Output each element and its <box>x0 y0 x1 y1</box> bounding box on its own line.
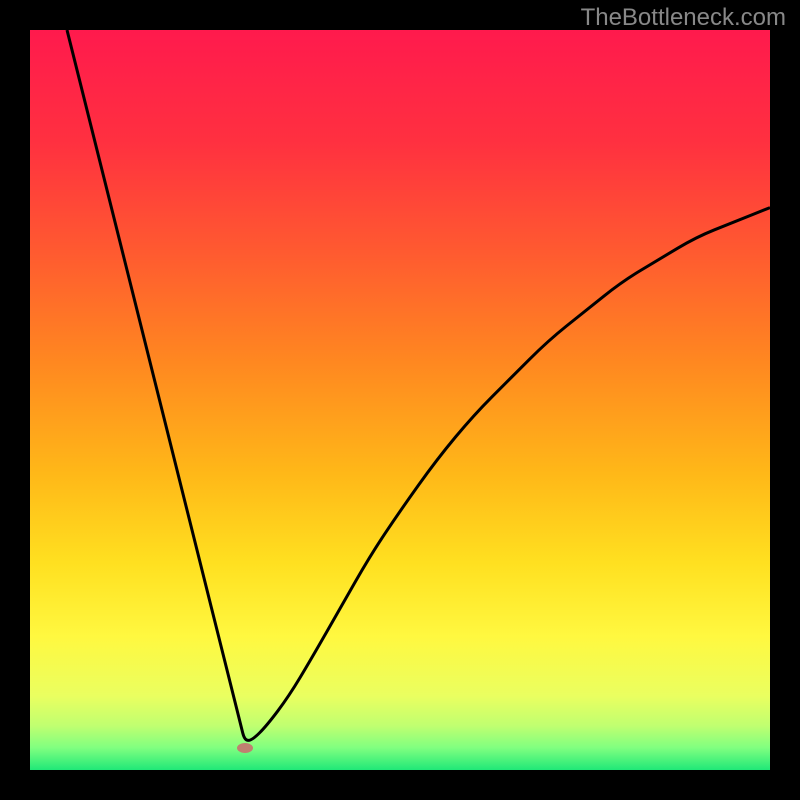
curve-plot <box>30 30 770 770</box>
watermark-text: TheBottleneck.com <box>581 4 786 32</box>
plot-area <box>30 30 770 770</box>
optimal-point-marker <box>237 743 253 753</box>
chart-container: TheBottleneck.com <box>0 0 800 800</box>
bottleneck-curve-line <box>67 30 770 740</box>
